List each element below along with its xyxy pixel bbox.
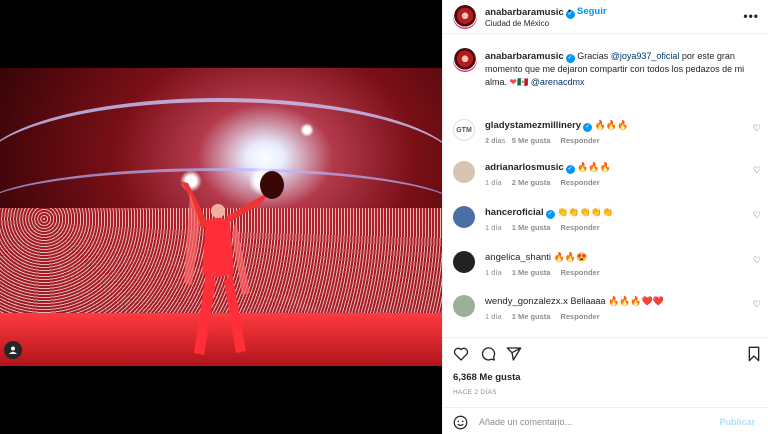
comment-item: adrianarlosmusic ✓ 🔥🔥🔥 1 día 2 Me gusta Res… — [443, 157, 768, 201]
post-media-pane — [0, 0, 442, 434]
share-icon[interactable] — [506, 346, 522, 362]
emoji-icon[interactable] — [453, 415, 468, 430]
comment-composer: Publicar — [443, 407, 768, 434]
comment-item: GTM gladystamezmillinery ✓ 🔥🔥🔥 1 día 5 Me … — [443, 115, 768, 159]
mention-link[interactable]: @joya937_oficial — [611, 51, 680, 61]
comment-heart-icon[interactable]: ♡ — [753, 210, 761, 221]
comment-time[interactable]: 1 día — [485, 223, 502, 232]
publish-button[interactable]: Publicar — [719, 417, 755, 427]
comment-text: 🔥🔥😍 — [553, 252, 588, 262]
caption-text: anabarbaramusic ✓ Gracias @joya937_oficia… — [485, 50, 755, 89]
verified-badge-icon: ✓ — [565, 54, 575, 63]
heart-emoji: ❤ — [509, 77, 518, 87]
avatar[interactable] — [453, 48, 477, 72]
post-age[interactable]: HACE 2 DÍAS — [453, 389, 497, 396]
reply-button[interactable]: Responder — [560, 223, 599, 232]
comment-text: Bellaaaa 🔥🔥🔥❤️❤️ — [570, 296, 664, 306]
verified-badge-icon: ✓ — [545, 210, 555, 219]
stadium-light-ring — [0, 98, 442, 168]
comment-text: 👏👏👏👏👏 — [557, 207, 614, 217]
spotlight — [300, 123, 314, 137]
comment-username[interactable]: angelica_shanti — [485, 252, 551, 263]
comment-heart-icon[interactable]: ♡ — [753, 123, 761, 134]
comment-heart-icon[interactable]: ♡ — [753, 165, 761, 176]
bookmark-icon[interactable] — [746, 346, 762, 362]
comment-heart-icon[interactable]: ♡ — [753, 299, 761, 310]
comment-item: angelica_shanti 🔥🔥😍 1 día 1 Me gusta Respo… — [443, 247, 768, 291]
reply-button[interactable]: Responder — [560, 312, 599, 321]
avatar-logo-text: GTM — [456, 126, 472, 134]
separator-dot: • — [568, 6, 572, 16]
avatar[interactable] — [453, 5, 477, 29]
action-bar — [443, 337, 768, 367]
reply-button[interactable]: Responder — [560, 268, 599, 277]
comment-username[interactable]: wendy_gonzalezx.x — [485, 296, 568, 307]
avatar[interactable] — [453, 161, 475, 183]
comment-heart-icon[interactable]: ♡ — [753, 255, 761, 266]
comment-likes[interactable]: 1 Me gusta — [512, 268, 551, 277]
comment-input[interactable] — [479, 414, 709, 430]
likes-count[interactable]: 6,368 Me gusta — [453, 372, 521, 383]
comment-likes[interactable]: 2 Me gusta — [512, 178, 551, 187]
verified-badge-icon: ✓ — [583, 123, 593, 132]
comment-text: 🔥🔥🔥 — [594, 120, 629, 130]
comment-text: 🔥🔥🔥 — [577, 162, 611, 172]
performer-figure — [180, 171, 284, 355]
mention-link[interactable]: @arenacdmx — [531, 77, 585, 87]
comment-icon[interactable] — [480, 346, 496, 362]
post-photo[interactable] — [0, 68, 442, 366]
comment-likes[interactable]: 1 Me gusta — [512, 312, 551, 321]
user-tag-icon[interactable] — [4, 341, 22, 359]
comment-time[interactable]: 1 día — [485, 268, 502, 277]
post-side-pane: anabarbaramusic ✓ • Seguir Ciudad de Méxi… — [442, 0, 768, 434]
post-header: anabarbaramusic ✓ • Seguir Ciudad de Méxi… — [443, 0, 768, 34]
follow-button[interactable]: Seguir — [577, 6, 607, 17]
reply-button[interactable]: Responder — [560, 136, 599, 145]
author-username[interactable]: anabarbaramusic ✓ — [485, 7, 575, 19]
comment-username[interactable]: gladystamezmillinery — [485, 120, 581, 131]
comment-time[interactable]: 1 día — [485, 178, 502, 187]
avatar[interactable] — [453, 251, 475, 273]
caption-body-part: Gracias — [577, 51, 611, 61]
verified-badge-icon: ✓ — [565, 165, 575, 174]
avatar[interactable]: GTM — [453, 119, 475, 141]
caption-username[interactable]: anabarbaramusic — [485, 51, 564, 62]
comment-item: hanceroficial ✓ 👏👏👏👏👏 1 día 1 Me gusta Resp… — [443, 202, 768, 246]
avatar[interactable] — [453, 206, 475, 228]
comment-time[interactable]: 1 día — [485, 136, 502, 145]
reply-button[interactable]: Responder — [560, 178, 599, 187]
heart-icon[interactable] — [453, 346, 469, 362]
comment-likes[interactable]: 1 Me gusta — [512, 223, 551, 232]
flag-emoji: 🇲🇽 — [517, 77, 529, 87]
comment-item: wendy_gonzalezx.x Bellaaaa 🔥🔥🔥❤️❤️ 1 día… — [443, 291, 768, 335]
location-link[interactable]: Ciudad de México — [485, 19, 549, 28]
avatar[interactable] — [453, 295, 475, 317]
more-icon[interactable]: ••• — [743, 9, 759, 23]
comment-likes[interactable]: 5 Me gusta — [512, 136, 551, 145]
comment-username[interactable]: adrianarlosmusic — [485, 162, 564, 173]
comment-time[interactable]: 1 día — [485, 312, 502, 321]
comment-username[interactable]: hanceroficial — [485, 207, 544, 218]
